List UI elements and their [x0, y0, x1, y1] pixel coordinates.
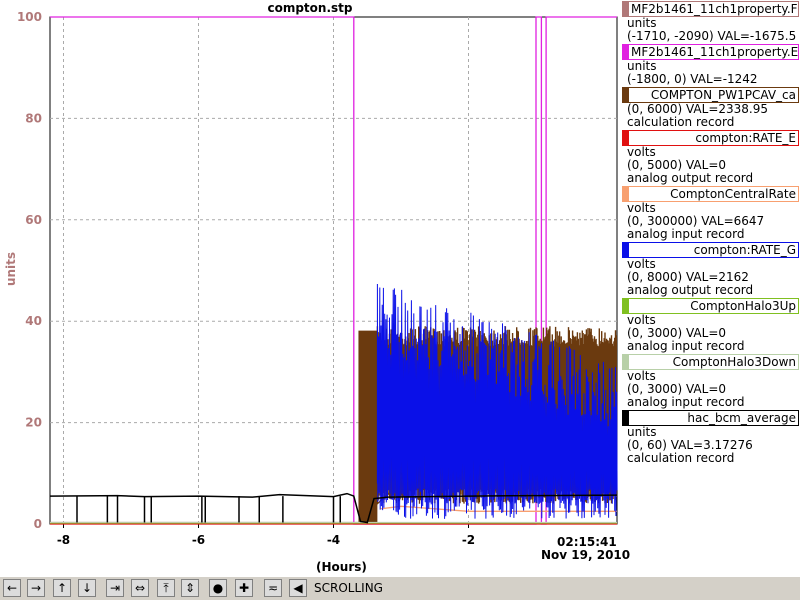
date-label: Nov 19, 2010 [541, 548, 631, 562]
legend-item[interactable]: compton:RATE_G volts (0, 8000) VAL=2162 ana… [622, 242, 800, 297]
config-button[interactable]: ● [209, 579, 227, 597]
x-tick-label: -6 [192, 533, 205, 547]
timestamp-label: 02:15:41 [557, 535, 617, 549]
zoom-in-y-button[interactable]: ⤒ [157, 579, 175, 597]
y-tick-label: 0 [34, 517, 42, 531]
chart-title: compton.stp [267, 1, 353, 15]
legend-series-name[interactable]: COMPTON_PW1PCAV_ca [622, 87, 799, 103]
chart-plot: 020406080100-8 -6 -4 -2 [17, 10, 618, 547]
toolbar: SCROLLING ← → ↑ ↓ ⇥ ⇔ ⤒ ⇕ ● ✚ ≂ ◀ [0, 576, 800, 600]
x-axis-label: (Hours) [316, 560, 367, 574]
y-tick-label: 60 [25, 213, 42, 227]
legend-item[interactable]: hac_bcm_average units (0, 60) VAL=3.17276 c… [622, 410, 800, 465]
legend-item[interactable]: MF2b1461_11ch1property.F units (-1710, -20… [622, 1, 800, 43]
legend-detail-line: analog input record [627, 339, 745, 353]
legend-detail-line: analog input record [627, 395, 745, 409]
legend-item[interactable]: compton:RATE_E volts (0, 5000) VAL=0 analog… [622, 130, 800, 185]
legend-series-name[interactable]: ComptonHalo3Up [622, 298, 799, 314]
legend-series-name[interactable]: MF2b1461_11ch1property.E [622, 44, 799, 60]
legend-series-name[interactable]: ComptonCentralRate [622, 186, 799, 202]
scroll-down-button[interactable]: ↓ [78, 579, 96, 597]
legend-series-name[interactable]: compton:RATE_G [622, 242, 799, 258]
scroll-up-button[interactable]: ↑ [53, 579, 71, 597]
back-button[interactable]: ◀ [289, 579, 307, 597]
legend-item[interactable]: ComptonHalo3Down volts (0, 3000) VAL=0 anal… [622, 354, 800, 409]
legend: MF2b1461_11ch1property.F units (-1710, -20… [622, 0, 800, 465]
legend-series-name[interactable]: ComptonHalo3Down [622, 354, 799, 370]
y-tick-label: 20 [25, 416, 42, 430]
auto-scale-button[interactable]: ≂ [264, 579, 282, 597]
y-tick-label: 80 [25, 111, 42, 125]
y-tick-label: 40 [25, 314, 42, 328]
legend-detail-line: (-1800, 0) VAL=-1242 [627, 72, 758, 86]
y-axis-label: units [4, 251, 19, 287]
legend-item[interactable]: ComptonCentralRate volts (0, 300000) VAL=6… [622, 186, 800, 241]
legend-detail-line: calculation record [627, 115, 735, 129]
scroll-left-button[interactable]: ← [3, 579, 21, 597]
legend-series-name[interactable]: hac_bcm_average [622, 410, 799, 426]
legend-detail-line: analog input record [627, 227, 745, 241]
x-tick-label: -8 [57, 533, 70, 547]
legend-detail-line: (-1710, -2090) VAL=-1675.5 [627, 29, 797, 43]
zoom-out-y-button[interactable]: ⇕ [181, 579, 199, 597]
mode-label: SCROLLING [314, 581, 383, 595]
legend-item[interactable]: ComptonHalo3Up volts (0, 3000) VAL=0 analog… [622, 298, 800, 353]
x-tick-label: -2 [462, 533, 475, 547]
legend-item[interactable]: MF2b1461_11ch1property.E units (-1800, 0) … [622, 44, 800, 86]
zoom-in-x-button[interactable]: ⇥ [106, 579, 124, 597]
add-button[interactable]: ✚ [235, 579, 253, 597]
series-compton-pw1pcav-ca-block [359, 331, 378, 524]
legend-detail-line: analog output record [627, 283, 754, 297]
legend-series-name[interactable]: MF2b1461_11ch1property.F [622, 1, 799, 17]
x-tick-label: -4 [327, 533, 340, 547]
legend-detail-line: analog output record [627, 171, 754, 185]
scroll-right-button[interactable]: → [27, 579, 45, 597]
legend-detail-line: calculation record [627, 451, 735, 465]
zoom-out-x-button[interactable]: ⇔ [131, 579, 149, 597]
legend-item[interactable]: COMPTON_PW1PCAV_ca (0, 6000) VAL=2338.95 c… [622, 87, 800, 129]
legend-series-name[interactable]: compton:RATE_E [622, 130, 799, 146]
